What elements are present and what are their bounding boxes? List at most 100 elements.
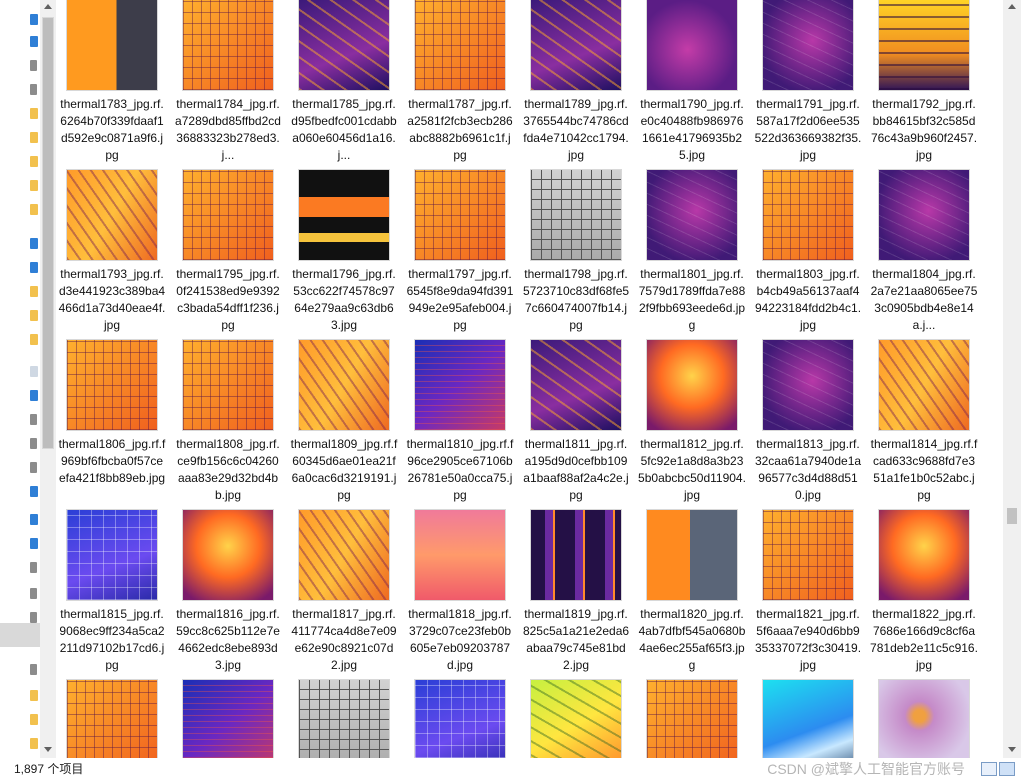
file-tile[interactable]: thermal1822_jpg.rf.7686e166d9c8cf6a781de… (868, 510, 980, 674)
file-name[interactable]: thermal1818_jpg.rf.3729c07ce23feb0b605e7… (404, 606, 516, 674)
folder-icon[interactable] (30, 132, 38, 143)
thermal-thumbnail[interactable] (531, 0, 621, 90)
file-tile[interactable]: thermal1812_jpg.rf.5fc92e1a8d8a3b235b0ab… (636, 340, 748, 504)
details-view-icon[interactable] (981, 762, 997, 776)
thermal-thumbnail[interactable] (763, 680, 853, 758)
thermal-thumbnail[interactable] (415, 340, 505, 430)
scroll-up-icon[interactable] (1008, 4, 1016, 9)
file-tile[interactable]: thermal1790_jpg.rf.e0c40488fb9869761661e… (636, 0, 748, 164)
thermal-thumbnail[interactable] (415, 680, 505, 758)
file-name[interactable]: thermal1806_jpg.rf.f969bf6fbcba0f57ceefa… (56, 436, 168, 487)
thermal-thumbnail[interactable] (763, 170, 853, 260)
file-tile[interactable]: thermal1808_jpg.rf.ce9fb156c6c04260aaa83… (172, 340, 284, 504)
folder-icon[interactable] (30, 180, 38, 191)
file-tile[interactable]: thermal1809_jpg.rf.f60345d6ae01ea21f6a0c… (288, 340, 400, 504)
thermal-thumbnail[interactable] (67, 510, 157, 600)
file-tile[interactable] (752, 680, 864, 758)
navigation-scrollbar[interactable] (40, 0, 56, 758)
thermal-thumbnail[interactable] (763, 510, 853, 600)
thermal-thumbnail[interactable] (183, 680, 273, 758)
drive-icon[interactable] (30, 612, 37, 623)
thermal-thumbnail[interactable] (879, 510, 969, 600)
file-name[interactable]: thermal1797_jpg.rf.6545f8e9da94fd391949e… (404, 266, 516, 334)
file-tile[interactable]: thermal1818_jpg.rf.3729c07ce23feb0b605e7… (404, 510, 516, 674)
file-name[interactable]: thermal1792_jpg.rf.bb84615bf32c585d76c43… (868, 96, 980, 164)
folder-icon[interactable] (30, 286, 38, 297)
file-name[interactable]: thermal1796_jpg.rf.53cc622f74578c9764e27… (288, 266, 400, 334)
file-name[interactable]: thermal1814_jpg.rf.fcad633c9688fd7e351a1… (868, 436, 980, 504)
folder-icon[interactable] (30, 310, 38, 321)
scrollbar-thumb[interactable] (1007, 508, 1017, 524)
file-tile[interactable]: thermal1784_jpg.rf.a7289dbd85ffbd2cd3688… (172, 0, 284, 164)
thermal-thumbnail[interactable] (647, 680, 737, 758)
file-tile[interactable]: thermal1804_jpg.rf.2a7e21aa8065ee753c090… (868, 170, 980, 334)
thermal-thumbnail[interactable] (763, 0, 853, 90)
thermal-thumbnail[interactable] (415, 0, 505, 90)
scroll-up-icon[interactable] (44, 4, 52, 9)
thermal-thumbnail[interactable] (67, 340, 157, 430)
file-name[interactable]: thermal1789_jpg.rf.3765544bc74786cdfda4e… (520, 96, 632, 164)
file-name[interactable]: thermal1822_jpg.rf.7686e166d9c8cf6a781de… (868, 606, 980, 674)
file-name[interactable]: thermal1803_jpg.rf.b4cb49a56137aaf494223… (752, 266, 864, 334)
thermal-thumbnail[interactable] (647, 0, 737, 90)
thermal-thumbnail[interactable] (299, 170, 389, 260)
thermal-thumbnail[interactable] (299, 510, 389, 600)
file-name[interactable]: thermal1804_jpg.rf.2a7e21aa8065ee753c090… (868, 266, 980, 334)
thermal-thumbnail[interactable] (531, 680, 621, 758)
folder-icon[interactable] (30, 690, 38, 701)
thermal-thumbnail[interactable] (415, 510, 505, 600)
thermal-thumbnail[interactable] (763, 340, 853, 430)
folder-icon[interactable] (30, 156, 38, 167)
document-icon[interactable] (30, 84, 37, 95)
picture-icon[interactable] (30, 438, 37, 449)
download-icon[interactable] (30, 36, 38, 47)
thermal-thumbnail[interactable] (183, 0, 273, 90)
desktop-icon[interactable] (30, 538, 38, 549)
large-icons-view-icon[interactable] (999, 762, 1015, 776)
thermal-thumbnail[interactable] (299, 680, 389, 758)
file-name[interactable]: thermal1798_jpg.rf.5723710c83df68fe57c66… (520, 266, 632, 334)
file-name[interactable]: thermal1785_jpg.rf.d95fbedfc001cdabba060… (288, 96, 400, 164)
file-tile[interactable] (868, 680, 980, 758)
thermal-thumbnail[interactable] (183, 340, 273, 430)
file-tile[interactable] (56, 680, 168, 758)
file-name[interactable]: thermal1810_jpg.rf.f96ce2905ce67106b2678… (404, 436, 516, 504)
file-tile[interactable]: thermal1797_jpg.rf.6545f8e9da94fd391949e… (404, 170, 516, 334)
thermal-thumbnail[interactable] (647, 510, 737, 600)
thermal-thumbnail[interactable] (531, 340, 621, 430)
file-name[interactable]: thermal1813_jpg.rf.32caa61a7940de1a96577… (752, 436, 864, 504)
file-tile[interactable] (172, 680, 284, 758)
file-name[interactable]: thermal1793_jpg.rf.d3e441923c389ba4466d1… (56, 266, 168, 334)
thermal-thumbnail[interactable] (531, 510, 621, 600)
file-name[interactable]: thermal1790_jpg.rf.e0c40488fb9869761661e… (636, 96, 748, 164)
file-tile[interactable]: thermal1783_jpg.rf.6264b70f339fdaaf1d592… (56, 0, 168, 164)
file-name[interactable]: thermal1795_jpg.rf.0f241538ed9e9392c3bad… (172, 266, 284, 334)
file-tile[interactable]: thermal1814_jpg.rf.fcad633c9688fd7e351a1… (868, 340, 980, 504)
file-tile[interactable]: thermal1785_jpg.rf.d95fbedfc001cdabba060… (288, 0, 400, 164)
file-tile[interactable]: thermal1806_jpg.rf.f969bf6fbcba0f57ceefa… (56, 340, 168, 487)
folder-icon[interactable] (30, 204, 38, 215)
thermal-thumbnail[interactable] (67, 0, 157, 90)
music-icon[interactable] (30, 514, 38, 525)
scroll-down-icon[interactable] (1008, 747, 1016, 752)
thermal-thumbnail[interactable] (183, 170, 273, 260)
cube-icon[interactable] (30, 390, 38, 401)
thermal-thumbnail[interactable] (647, 170, 737, 260)
file-name[interactable]: thermal1808_jpg.rf.ce9fb156c6c04260aaa83… (172, 436, 284, 504)
file-name[interactable]: thermal1819_jpg.rf.825c5a1a21e2eda6abaa7… (520, 606, 632, 674)
thermal-thumbnail[interactable] (67, 680, 157, 758)
thermal-thumbnail[interactable] (879, 170, 969, 260)
folder-icon[interactable] (30, 738, 38, 749)
file-tile[interactable]: thermal1795_jpg.rf.0f241538ed9e9392c3bad… (172, 170, 284, 334)
scroll-down-icon[interactable] (44, 747, 52, 752)
thermal-thumbnail[interactable] (183, 510, 273, 600)
folder-icon[interactable] (30, 14, 38, 25)
file-name[interactable]: thermal1791_jpg.rf.587a17f2d06ee535522d3… (752, 96, 864, 164)
file-tile[interactable]: thermal1787_jpg.rf.a2581f2fcb3ecb286abc8… (404, 0, 516, 164)
thermal-thumbnail[interactable] (67, 170, 157, 260)
file-tile[interactable]: thermal1819_jpg.rf.825c5a1a21e2eda6abaa7… (520, 510, 632, 674)
folder-icon[interactable] (30, 714, 38, 725)
file-tile[interactable]: thermal1792_jpg.rf.bb84615bf32c585d76c43… (868, 0, 980, 164)
file-tile[interactable]: thermal1789_jpg.rf.3765544bc74786cdfda4e… (520, 0, 632, 164)
drive-icon[interactable] (30, 588, 37, 599)
